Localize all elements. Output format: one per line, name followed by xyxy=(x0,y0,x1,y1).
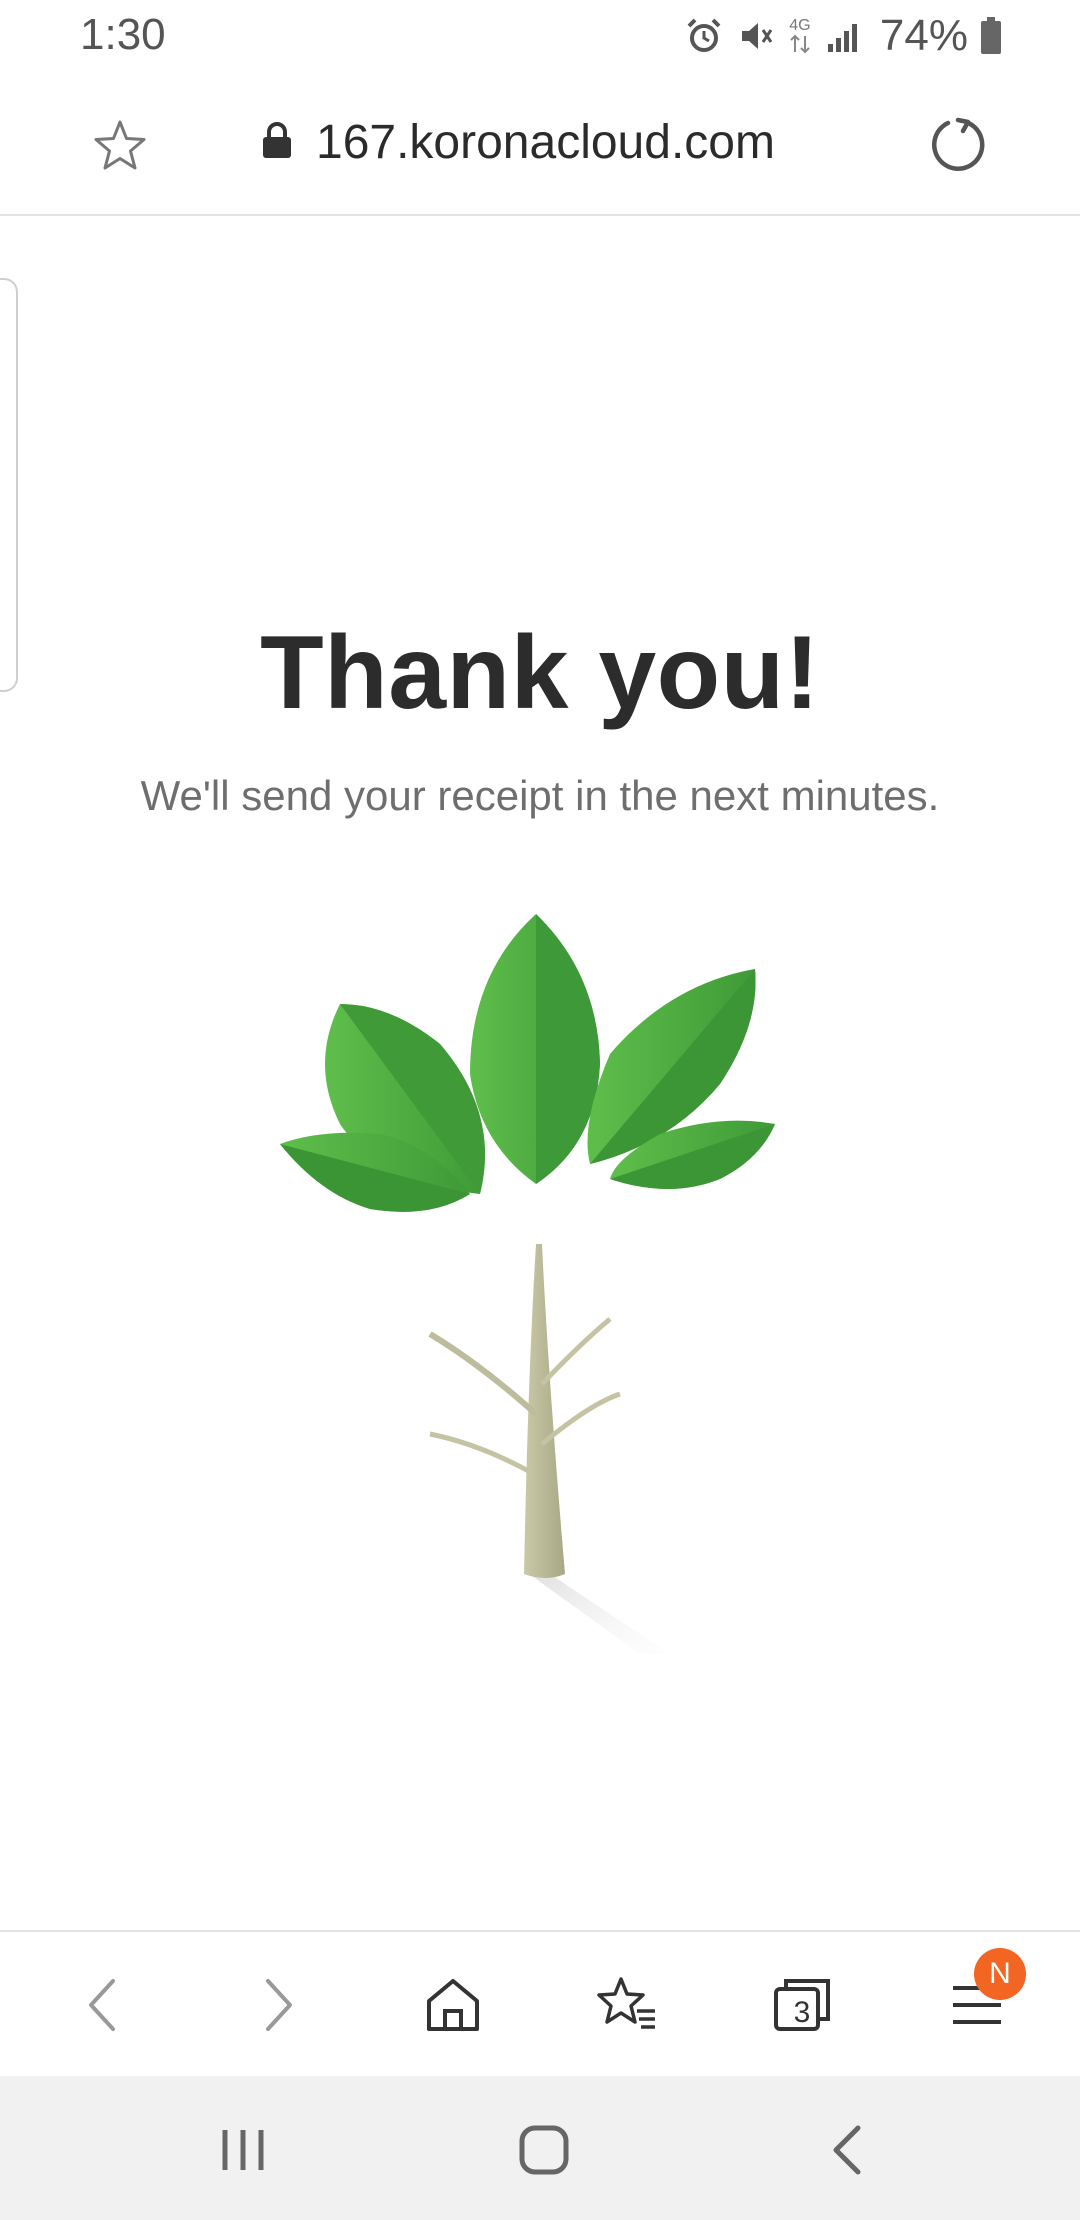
lock-icon xyxy=(260,120,294,165)
url-text: 167.koronacloud.com xyxy=(316,115,775,169)
forward-icon[interactable] xyxy=(243,1970,313,2040)
page-content: Thank you! We'll send your receipt in th… xyxy=(0,214,1080,1930)
status-time: 1:30 xyxy=(80,10,166,59)
page-subtitle: We'll send your receipt in the next minu… xyxy=(140,772,940,819)
status-bar: 1:30 4G 74% xyxy=(0,0,1080,72)
url-field[interactable]: 167.koronacloud.com xyxy=(260,112,775,172)
page-title: Thank you! xyxy=(260,615,820,731)
back-icon[interactable] xyxy=(68,1970,138,2040)
battery-icon xyxy=(980,17,1002,55)
bookmarks-icon[interactable] xyxy=(592,1970,662,2040)
plant-illustration xyxy=(280,914,800,1676)
menu-notification-badge: N xyxy=(974,1948,1026,2000)
back-nav-icon[interactable] xyxy=(818,2120,878,2180)
home-nav-icon[interactable] xyxy=(514,2120,574,2180)
alarm-icon xyxy=(684,16,724,56)
network-label: 4G xyxy=(789,17,811,34)
home-icon[interactable] xyxy=(418,1970,488,2040)
network-4g-icon: 4G xyxy=(788,18,812,54)
tabs-icon[interactable]: 3 xyxy=(767,1970,837,2040)
bookmark-star-icon[interactable] xyxy=(92,118,148,179)
browser-url-bar: 167.koronacloud.com xyxy=(0,72,1080,216)
system-nav-bar xyxy=(0,2076,1080,2220)
mute-icon xyxy=(736,16,776,56)
status-icons: 4G 74% xyxy=(684,8,1002,64)
signal-icon xyxy=(824,16,864,56)
open-tabs-count: 3 xyxy=(793,1996,811,2029)
reload-icon[interactable] xyxy=(928,114,988,179)
battery-percent: 74% xyxy=(879,11,968,60)
recents-icon[interactable] xyxy=(213,2120,273,2180)
browser-toolbar: 3 xyxy=(0,1930,1080,2078)
